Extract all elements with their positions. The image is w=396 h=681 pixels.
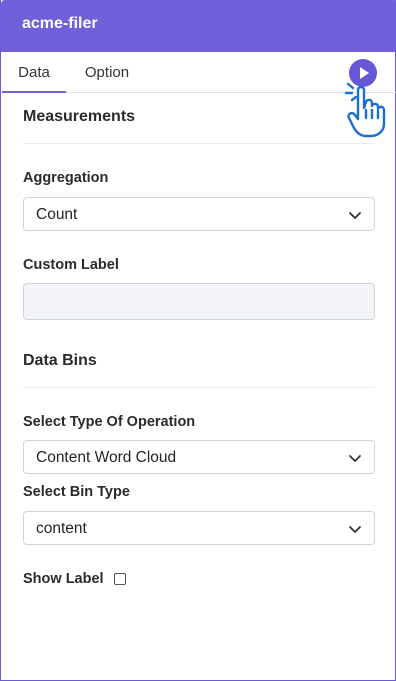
bin-type-select[interactable]: content bbox=[23, 511, 375, 545]
tab-data[interactable]: Data bbox=[2, 52, 66, 93]
pointing-hand-icon bbox=[344, 82, 386, 138]
show-label-text: Show Label bbox=[23, 571, 104, 587]
aggregation-value: Count bbox=[36, 206, 78, 223]
measurements-heading: Measurements bbox=[23, 108, 136, 125]
bin-type-label: Select Bin Type bbox=[23, 484, 130, 500]
operation-type-value: Content Word Cloud bbox=[36, 449, 177, 466]
filer-panel: acme-filer Data Option Measurements Aggr… bbox=[0, 0, 396, 681]
operation-type-label: Select Type Of Operation bbox=[23, 414, 196, 430]
data-bins-heading: Data Bins bbox=[23, 352, 97, 369]
chevron-down-icon bbox=[349, 455, 361, 462]
aggregation-select[interactable]: Count bbox=[23, 197, 375, 231]
measurements-divider bbox=[23, 143, 375, 144]
show-label-checkbox[interactable] bbox=[114, 573, 126, 585]
chevron-down-icon bbox=[349, 526, 361, 533]
chevron-down-icon bbox=[349, 212, 361, 219]
tab-bar: Data Option bbox=[2, 52, 396, 93]
panel-title: acme-filer bbox=[22, 15, 98, 32]
custom-label-input[interactable] bbox=[23, 283, 375, 320]
operation-type-select[interactable]: Content Word Cloud bbox=[23, 440, 375, 474]
bin-type-value: content bbox=[36, 520, 87, 537]
title-bar: acme-filer bbox=[1, 0, 396, 52]
tab-option[interactable]: Option bbox=[72, 52, 142, 93]
data-bins-divider bbox=[23, 387, 375, 388]
custom-label-label: Custom Label bbox=[23, 257, 119, 273]
aggregation-label: Aggregation bbox=[23, 170, 109, 186]
